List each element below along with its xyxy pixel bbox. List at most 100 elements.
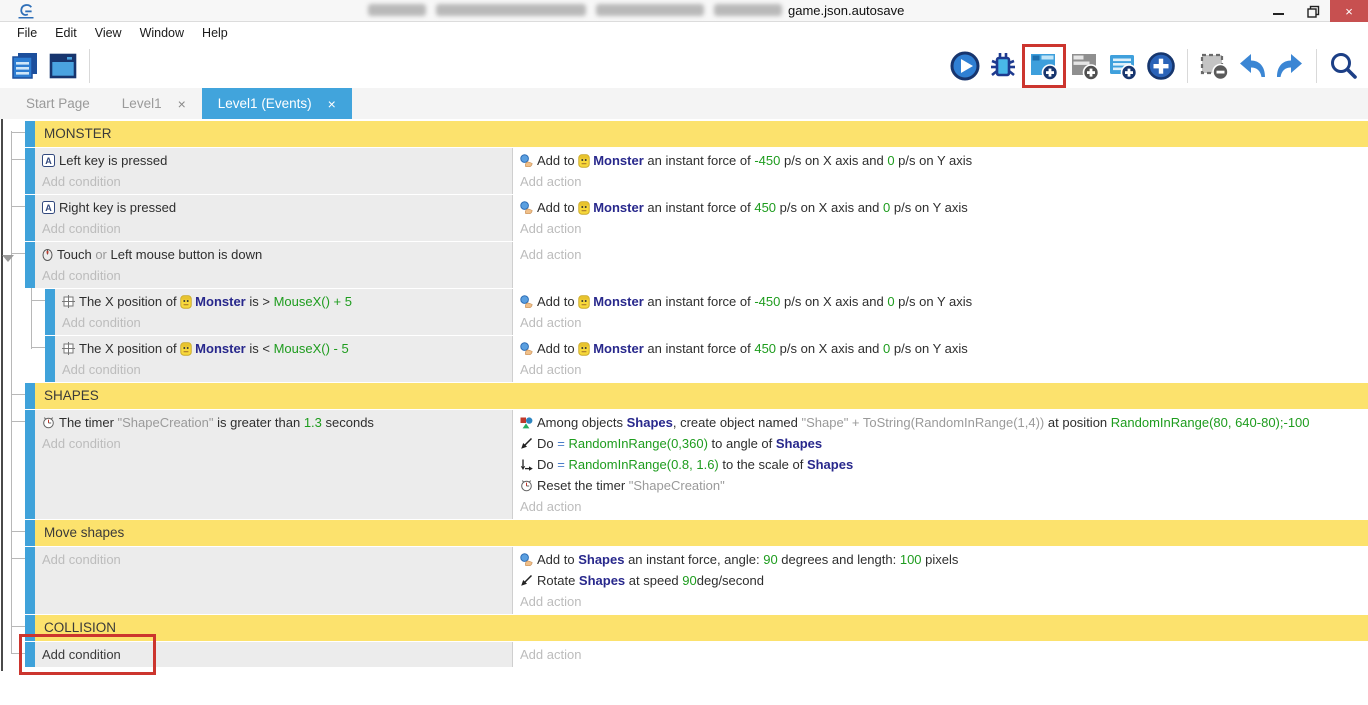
action-sentence[interactable]: Reset the timer "ShapeCreation" [520,475,1368,496]
collision-add-condition-link[interactable]: Add condition [42,644,512,665]
event-selection-bar[interactable] [45,289,55,335]
close-icon[interactable]: × [328,96,336,112]
action-cell[interactable]: Add to Monster an instant force of 450 p… [513,336,1368,382]
sentence-fragment: pixels [922,552,959,567]
delete-event-button[interactable] [1195,47,1233,85]
redo-button[interactable] [1271,47,1309,85]
event-selection-bar[interactable] [25,547,35,614]
action-sentence[interactable]: Rotate Shapes at speed 90deg/second [520,570,1368,591]
search-button[interactable] [1324,47,1362,85]
condition-cell[interactable]: The X position of Monster is < MouseX() … [55,336,513,382]
tab-start-page[interactable]: Start Page [10,88,106,119]
action-sentence[interactable]: Add to Monster an instant force of 450 p… [520,338,1368,359]
event-group-header[interactable]: COLLISION [35,615,1368,641]
condition-sentence[interactable]: ALeft key is pressed [42,150,512,171]
add-condition-link[interactable]: Add condition [42,171,512,192]
action-cell[interactable]: Add to Shapes an instant force, angle: 9… [513,547,1368,614]
window-title: game.json.autosave [788,3,904,18]
action-sentence[interactable]: Add to Monster an instant force of -450 … [520,291,1368,312]
close-button[interactable]: × [1330,0,1368,22]
add-action-link[interactable]: Add action [520,496,1368,517]
minimize-button[interactable] [1262,0,1296,22]
action-cell[interactable]: Add to Monster an instant force of -450 … [513,148,1368,194]
sentence-fragment: MouseX() - 5 [274,341,349,356]
event-selection-bar[interactable] [25,242,35,288]
condition-cell[interactable]: Add condition [35,642,513,667]
add-other-event-button[interactable] [1142,47,1180,85]
event-row: ALeft key is pressedAdd condition Add to … [25,148,1368,194]
add-action-link[interactable]: Add action [520,312,1368,333]
action-cell[interactable]: Add to Monster an instant force of 450 p… [513,195,1368,241]
action-sentence[interactable]: Do = RandomInRange(0.8, 1.6) to the scal… [520,454,1368,475]
scene-editor-button[interactable] [44,47,82,85]
condition-cell[interactable]: The timer "ShapeCreation" is greater tha… [35,410,513,519]
play-button[interactable] [946,47,984,85]
condition-sentence[interactable]: The timer "ShapeCreation" is greater tha… [42,412,512,433]
menu-window[interactable]: Window [131,24,193,42]
add-condition-link[interactable]: Add condition [42,218,512,239]
condition-sentence[interactable]: The X position of Monster is > MouseX() … [62,291,512,312]
sentence-fragment: Add to [537,552,578,567]
event-group-header[interactable]: SHAPES [35,383,1368,409]
add-action-link[interactable]: Add action [520,244,1368,265]
event-selection-bar[interactable] [25,121,35,147]
event-selection-bar[interactable] [25,383,35,409]
add-condition-link[interactable]: Add condition [42,549,512,570]
event-selection-bar[interactable] [25,148,35,194]
condition-sentence[interactable]: Touch or Left mouse button is down [42,244,512,265]
close-icon[interactable]: × [178,96,186,112]
menu-help[interactable]: Help [193,24,237,42]
add-condition-link[interactable]: Add condition [42,265,512,286]
add-comment-button[interactable] [1104,47,1142,85]
action-sentence[interactable]: Among objects Shapes, create object name… [520,412,1368,433]
angle-icon [520,435,533,454]
event-selection-bar[interactable] [25,642,35,667]
action-sentence[interactable]: Add to Shapes an instant force, angle: 9… [520,549,1368,570]
condition-cell[interactable]: ALeft key is pressedAdd condition [35,148,513,194]
add-action-link[interactable]: Add action [520,644,1368,665]
add-sub-event-button[interactable] [1066,47,1104,85]
event-selection-bar[interactable] [25,195,35,241]
collapse-expander-icon[interactable] [2,255,14,262]
add-condition-link[interactable]: Add condition [62,312,512,333]
force-icon [520,293,533,312]
action-sentence[interactable]: Add to Monster an instant force of -450 … [520,150,1368,171]
event-group-header[interactable]: MONSTER [35,121,1368,147]
add-action-link[interactable]: Add action [520,591,1368,612]
action-cell[interactable]: Add action [513,242,1368,288]
sentence-fragment: Add to [537,153,578,168]
event-selection-bar[interactable] [45,336,55,382]
tab-level1-events[interactable]: Level1 (Events) × [202,88,352,119]
event-group-header[interactable]: Move shapes [35,520,1368,546]
event-selection-bar[interactable] [25,520,35,546]
menu-file[interactable]: File [8,24,46,42]
menu-edit[interactable]: Edit [46,24,86,42]
action-sentence[interactable]: Do = RandomInRange(0,360) to angle of Sh… [520,433,1368,454]
condition-sentence[interactable]: ARight key is pressed [42,197,512,218]
project-manager-button[interactable] [6,47,44,85]
debugger-button[interactable] [984,47,1022,85]
condition-cell[interactable]: The X position of Monster is > MouseX() … [55,289,513,335]
add-condition-link[interactable]: Add condition [42,433,512,454]
add-action-link[interactable]: Add action [520,218,1368,239]
action-sentence[interactable]: Add to Monster an instant force of 450 p… [520,197,1368,218]
menu-view[interactable]: View [86,24,131,42]
event-selection-bar[interactable] [25,615,35,641]
add-action-link[interactable]: Add action [520,359,1368,380]
event-selection-bar[interactable] [25,410,35,519]
tab-level1[interactable]: Level1 × [106,88,202,119]
add-event-button[interactable] [1022,44,1066,88]
action-cell[interactable]: Add to Monster an instant force of -450 … [513,289,1368,335]
undo-button[interactable] [1233,47,1271,85]
sentence-fragment: Shapes [807,457,853,472]
condition-cell[interactable]: ARight key is pressedAdd condition [35,195,513,241]
add-action-link[interactable]: Add action [520,171,1368,192]
action-cell[interactable]: Among objects Shapes, create object name… [513,410,1368,519]
event-row: Add condition Add to Shapes an instant fo… [25,547,1368,614]
condition-cell[interactable]: Touch or Left mouse button is downAdd co… [35,242,513,288]
condition-sentence[interactable]: The X position of Monster is < MouseX() … [62,338,512,359]
action-cell[interactable]: Add action [513,642,1368,667]
condition-cell[interactable]: Add condition [35,547,513,614]
restore-button[interactable] [1296,0,1330,22]
add-condition-link[interactable]: Add condition [62,359,512,380]
